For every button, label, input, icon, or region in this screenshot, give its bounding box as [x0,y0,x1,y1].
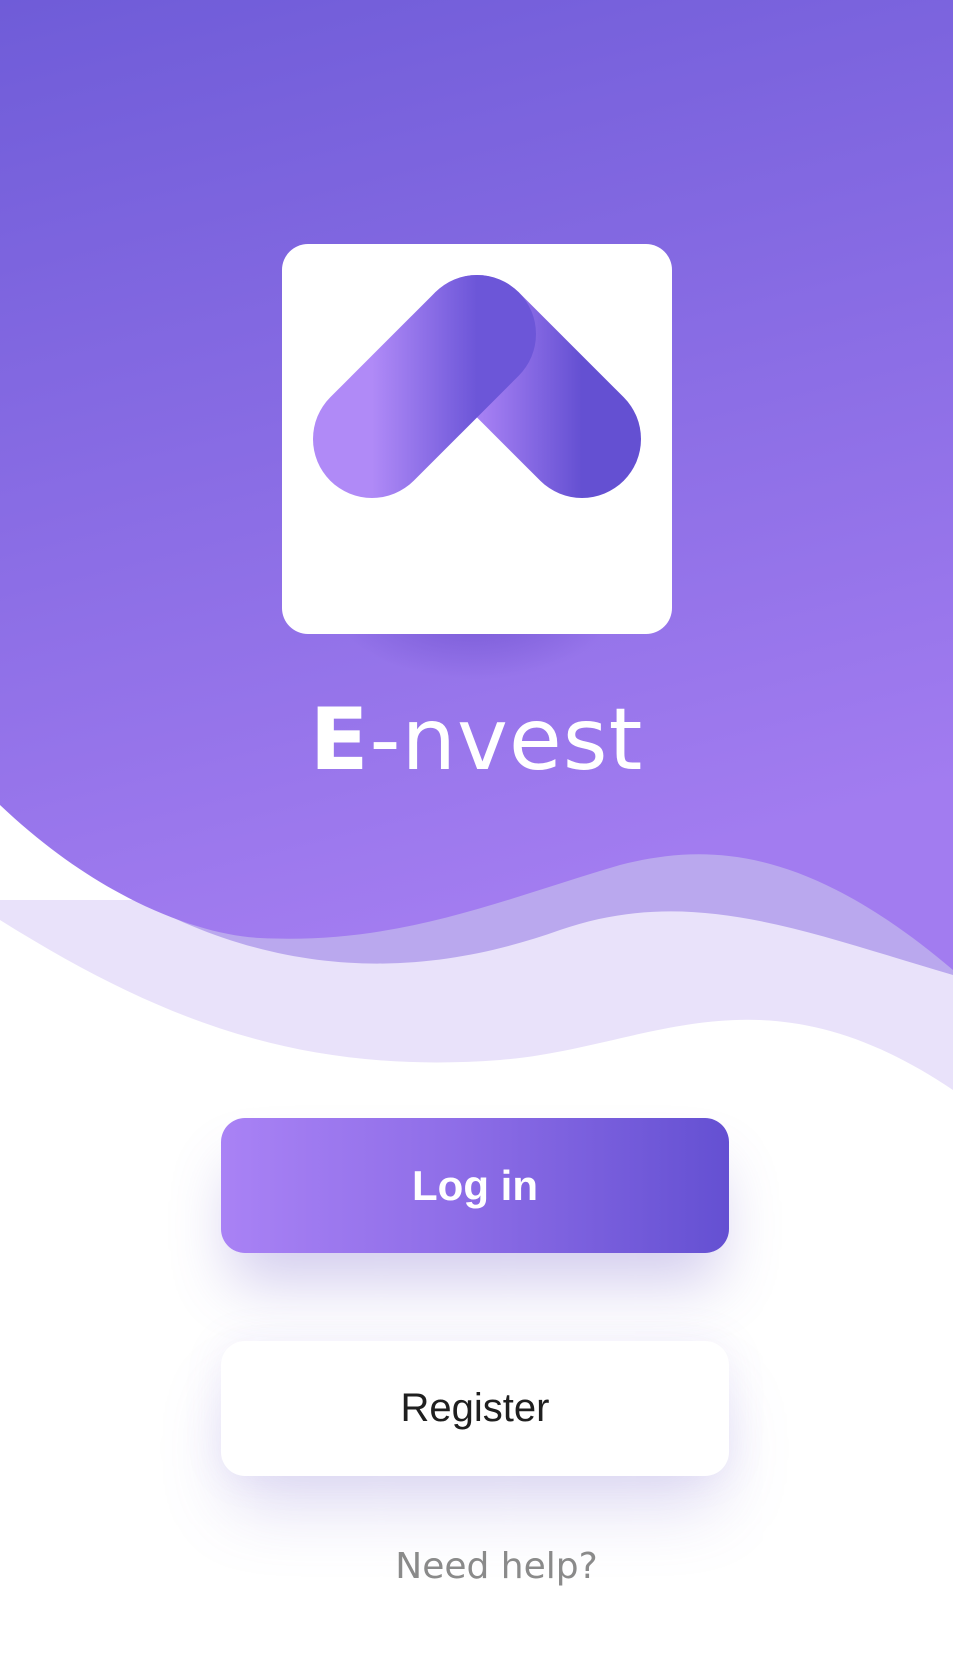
register-button[interactable]: Register [221,1341,729,1476]
brand-wordmark: E-nvest [0,690,953,790]
chevron-up-logo-icon [313,275,641,535]
brand-bold-letter: E [309,690,370,790]
welcome-screen: E-nvest Log in Register Need help? [0,0,953,1678]
brand-name-rest: -nvest [369,690,644,790]
app-logo-tile [282,244,672,634]
need-help-link[interactable]: Need help? [0,1540,953,1594]
login-button[interactable]: Log in [221,1118,729,1253]
